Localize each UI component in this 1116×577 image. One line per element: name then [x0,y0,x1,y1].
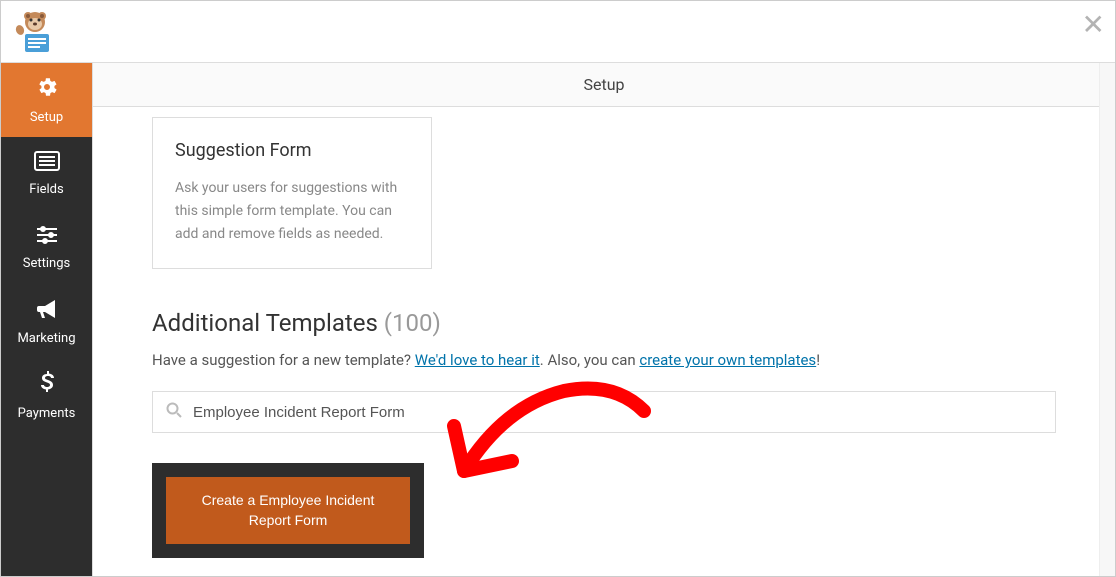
suggestion-link[interactable]: We'd love to hear it [415,351,540,369]
top-bar: ✕ [1,1,1115,63]
dollar-icon [39,371,55,401]
sidebar-item-payments[interactable]: Payments [1,359,92,433]
sidebar-item-label: Fields [29,182,63,197]
suggestion-text: Have a suggestion for a new template? We… [152,351,1056,369]
list-icon [34,151,60,177]
sidebar: Setup Fields Settings Marketing [1,63,92,576]
search-wrapper [152,391,1056,433]
panel-title: Setup [93,63,1115,107]
sidebar-item-label: Setup [30,110,63,125]
bullhorn-icon [35,298,59,326]
sidebar-item-settings[interactable]: Settings [1,211,92,285]
create-form-button[interactable]: Create a Employee Incident Report Form [166,477,410,544]
additional-templates-heading: Additional Templates (100) [152,309,1056,337]
sidebar-item-fields[interactable]: Fields [1,137,92,211]
template-card-description: Ask your users for suggestions with this… [175,177,409,246]
sidebar-item-label: Settings [23,256,70,271]
wpforms-logo [11,8,59,56]
close-icon[interactable]: ✕ [1078,7,1109,43]
template-search-input[interactable] [152,391,1056,433]
scrollbar[interactable] [1099,63,1115,576]
gear-icon [35,75,59,105]
sidebar-item-label: Payments [18,406,76,421]
sidebar-item-label: Marketing [17,331,75,346]
content-panel: Setup Suggestion Form Ask your users for… [92,63,1115,576]
template-card-suggestion-form[interactable]: Suggestion Form Ask your users for sugge… [152,117,432,269]
create-own-templates-link[interactable]: create your own templates [639,351,816,369]
template-card-title: Suggestion Form [175,140,409,161]
sidebar-item-setup[interactable]: Setup [1,63,92,137]
search-icon [166,402,182,422]
sliders-icon [35,225,59,251]
template-result: Create a Employee Incident Report Form [152,463,424,558]
sidebar-item-marketing[interactable]: Marketing [1,285,92,359]
